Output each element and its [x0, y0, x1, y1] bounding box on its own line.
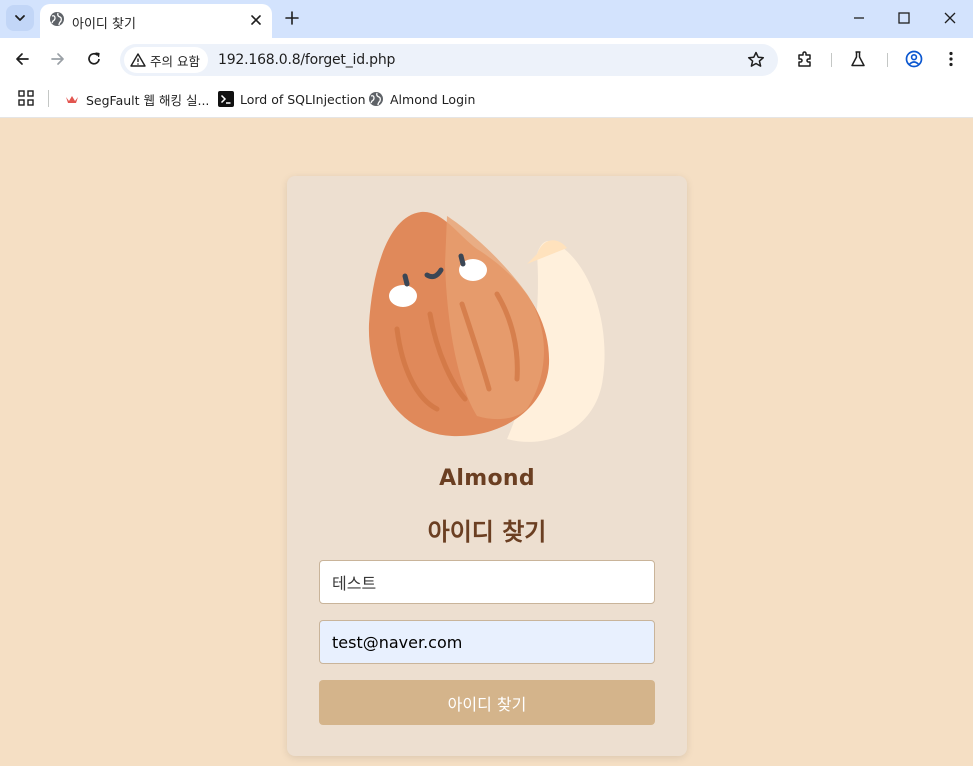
labs-flask-icon[interactable]	[848, 49, 868, 69]
forward-arrow-icon[interactable]	[48, 49, 68, 69]
url-text[interactable]: 192.168.0.8/forget_id.php	[218, 52, 395, 68]
bookmarks-divider	[48, 90, 49, 107]
close-window-icon[interactable]	[938, 8, 962, 28]
apps-grid-icon[interactable]	[18, 90, 34, 106]
segfault-favicon-icon	[66, 96, 78, 103]
tab-title: 아이디 찾기	[72, 17, 136, 32]
tab-strip: 아이디 찾기	[0, 0, 973, 38]
minimize-icon[interactable]	[847, 8, 871, 28]
toolbar-divider	[831, 53, 832, 67]
security-chip-label: 주의 요함	[150, 53, 200, 69]
globe-icon	[369, 92, 383, 106]
name-field[interactable]: 테스트	[319, 560, 655, 604]
star-icon[interactable]	[746, 50, 766, 70]
bookmark-label: Almond Login	[390, 91, 476, 107]
bookmarks-bar: SegFault 웹 해킹 실... Lord of SQLInjection …	[0, 80, 973, 118]
toolbar-divider	[887, 53, 888, 67]
page-title: 아이디 찾기	[427, 518, 547, 546]
bookmark-segfault[interactable]: SegFault 웹 해킹 실...	[64, 89, 209, 109]
globe-icon	[50, 12, 64, 26]
plus-icon[interactable]	[282, 8, 302, 28]
close-icon[interactable]	[248, 12, 264, 28]
extensions-icon[interactable]	[795, 49, 815, 69]
active-tab[interactable]: 아이디 찾기	[40, 4, 272, 38]
tab-list-icon	[15, 15, 25, 21]
reload-icon[interactable]	[84, 49, 104, 69]
bookmark-label: SegFault 웹 해킹 실...	[86, 92, 210, 108]
address-bar[interactable]: 주의 요함 192.168.0.8/forget_id.php	[120, 44, 778, 76]
profile-icon[interactable]	[904, 49, 924, 69]
find-id-card: Almond 아이디 찾기 테스트 test@naver.com 아이디 찾기	[287, 176, 687, 756]
security-chip[interactable]: 주의 요함	[124, 47, 208, 73]
find-id-button[interactable]: 아이디 찾기	[319, 680, 655, 725]
tab-list-button[interactable]	[6, 5, 34, 31]
browser-toolbar: 주의 요함 192.168.0.8/forget_id.php	[0, 38, 973, 80]
brand-name: Almond	[439, 466, 535, 491]
more-menu-icon[interactable]	[941, 49, 961, 69]
bookmark-lord-of-sqli[interactable]: Lord of SQLInjection	[218, 89, 366, 109]
email-field[interactable]: test@naver.com	[319, 620, 655, 664]
bookmark-almond-login[interactable]: Almond Login	[368, 89, 475, 109]
almond-logo	[368, 211, 605, 442]
bookmark-label: Lord of SQLInjection	[240, 91, 366, 107]
maximize-icon[interactable]	[892, 8, 916, 28]
back-arrow-icon[interactable]	[12, 49, 32, 69]
warning-icon	[130, 53, 146, 67]
terminal-favicon-icon	[218, 91, 234, 107]
